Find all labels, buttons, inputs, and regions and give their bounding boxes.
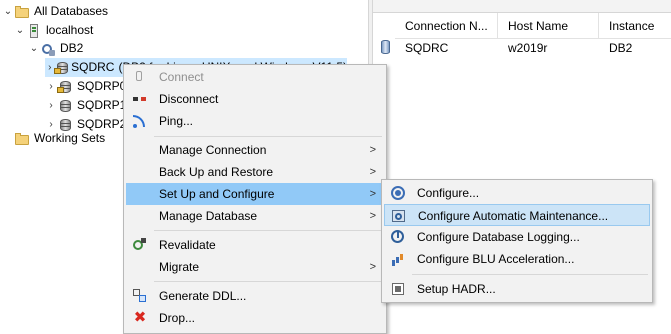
tree-node-label: SQDRP1: [77, 98, 127, 112]
tree-node-localhost[interactable]: ⌄ localhost: [14, 21, 93, 40]
submenu-item-configure-database-logging[interactable]: Configure Database Logging...: [384, 226, 650, 248]
menu-item-connect[interactable]: Connect: [126, 66, 384, 88]
menu-item-label: Configure Automatic Maintenance...: [418, 209, 609, 223]
menu-item-label: Drop...: [159, 311, 196, 325]
tree-node-label: Working Sets: [34, 131, 106, 145]
expand-twisty-icon[interactable]: ⌄: [14, 21, 26, 40]
automatic-maintenance-icon: [391, 208, 407, 224]
menu-item-label: Configure...: [417, 186, 480, 200]
database-icon: [57, 79, 73, 95]
connect-icon: [132, 69, 148, 85]
tree-node-working-sets[interactable]: Working Sets: [2, 129, 105, 148]
expand-twisty-icon[interactable]: ⌄: [2, 2, 14, 21]
collapse-twisty-icon[interactable]: ›: [45, 77, 57, 96]
context-menu: Connect Disconnect Ping... Manage Connec…: [123, 64, 387, 334]
tree-node-label: All Databases: [34, 4, 109, 18]
folder-icon: [14, 4, 30, 20]
tree-node-instance-db2[interactable]: ⌄ DB2: [28, 39, 83, 58]
collapse-twisty-icon[interactable]: ›: [45, 58, 54, 77]
menu-separator: [154, 281, 382, 282]
setup-configure-submenu: Configure... Configure Automatic Mainten…: [381, 179, 653, 303]
menu-item-label: Manage Connection: [159, 143, 267, 157]
menu-item-label: Manage Database: [159, 209, 258, 223]
expand-twisty-icon[interactable]: ⌄: [28, 39, 40, 58]
lock-icon: [57, 86, 64, 93]
disconnect-icon: [132, 91, 148, 107]
submenu-arrow-icon: >: [369, 261, 376, 273]
drop-icon: ✖: [133, 309, 147, 326]
ping-icon: [132, 113, 148, 129]
menu-separator: [412, 274, 648, 275]
menu-item-drop[interactable]: ✖ Drop...: [126, 307, 384, 329]
configure-icon: [390, 185, 406, 201]
menu-item-label: Configure Database Logging...: [417, 230, 580, 244]
menu-item-label: Configure BLU Acceleration...: [417, 252, 575, 266]
generate-ddl-icon: [132, 288, 148, 304]
tree-node-database-sqdrp0[interactable]: › SQDRP0: [45, 77, 126, 96]
database-logging-icon: [390, 229, 406, 245]
table-cell-host-name[interactable]: w2019r: [498, 38, 599, 58]
tree-node-all-databases[interactable]: ⌄ All Databases: [2, 2, 108, 21]
table-cell-instance[interactable]: DB2: [599, 38, 671, 58]
menu-separator: [154, 136, 382, 137]
submenu-item-configure-blu-acceleration[interactable]: Configure BLU Acceleration...: [384, 248, 650, 270]
folder-icon: [14, 131, 30, 147]
menu-item-label: Ping...: [159, 114, 194, 128]
column-header-connection-name[interactable]: Connection N...: [395, 13, 498, 39]
menu-item-label: Set Up and Configure: [159, 187, 275, 201]
menu-item-manage-database[interactable]: Manage Database >: [126, 205, 384, 227]
column-header-instance[interactable]: Instance: [599, 13, 671, 39]
menu-item-label: Migrate: [159, 260, 200, 274]
blu-acceleration-icon: [390, 251, 406, 267]
submenu-item-configure-automatic-maintenance[interactable]: Configure Automatic Maintenance...: [384, 204, 650, 226]
panel-toolbar: [373, 0, 671, 13]
column-header-host-name[interactable]: Host Name: [498, 13, 599, 39]
menu-item-revalidate[interactable]: Revalidate: [126, 234, 384, 256]
menu-item-label: Back Up and Restore: [159, 165, 274, 179]
instance-icon: [40, 41, 56, 57]
database-icon: [57, 98, 73, 114]
menu-item-label: Setup HADR...: [417, 282, 496, 296]
tree-node-label: DB2: [60, 41, 84, 55]
menu-item-label: Revalidate: [159, 238, 216, 252]
collapse-twisty-icon[interactable]: ›: [45, 96, 57, 115]
submenu-arrow-icon: >: [369, 144, 376, 156]
menu-item-manage-connection[interactable]: Manage Connection >: [126, 139, 384, 161]
menu-item-ping[interactable]: Ping...: [126, 110, 384, 132]
table-cell-connection-name[interactable]: SQDRC: [395, 38, 498, 58]
tree-node-database-sqdrp1[interactable]: › SQDRP1: [45, 96, 126, 115]
menu-item-disconnect[interactable]: Disconnect: [126, 88, 384, 110]
menu-separator: [154, 230, 382, 231]
tree-node-label: SQDRC: [71, 60, 115, 74]
revalidate-icon: [132, 237, 148, 253]
menu-item-label: Disconnect: [159, 92, 219, 106]
tree-node-label: localhost: [46, 23, 94, 37]
menu-item-migrate[interactable]: Migrate >: [126, 256, 384, 278]
connection-db-icon: [381, 40, 391, 55]
submenu-item-setup-hadr[interactable]: Setup HADR...: [384, 278, 650, 300]
submenu-arrow-icon: >: [369, 188, 376, 200]
host-icon: [26, 23, 42, 39]
menu-item-label: Generate DDL...: [159, 289, 247, 303]
submenu-arrow-icon: >: [369, 210, 376, 222]
database-icon: [54, 60, 69, 76]
tree-node-label: SQDRP0: [77, 79, 127, 93]
menu-item-set-up-and-configure[interactable]: Set Up and Configure >: [126, 183, 384, 205]
menu-item-back-up-and-restore[interactable]: Back Up and Restore >: [126, 161, 384, 183]
menu-item-generate-ddl[interactable]: Generate DDL...: [126, 285, 384, 307]
submenu-item-configure[interactable]: Configure...: [384, 182, 650, 204]
hadr-icon: [390, 281, 406, 297]
lock-icon: [54, 67, 62, 74]
submenu-arrow-icon: >: [369, 166, 376, 178]
menu-item-label: Connect: [159, 70, 204, 84]
